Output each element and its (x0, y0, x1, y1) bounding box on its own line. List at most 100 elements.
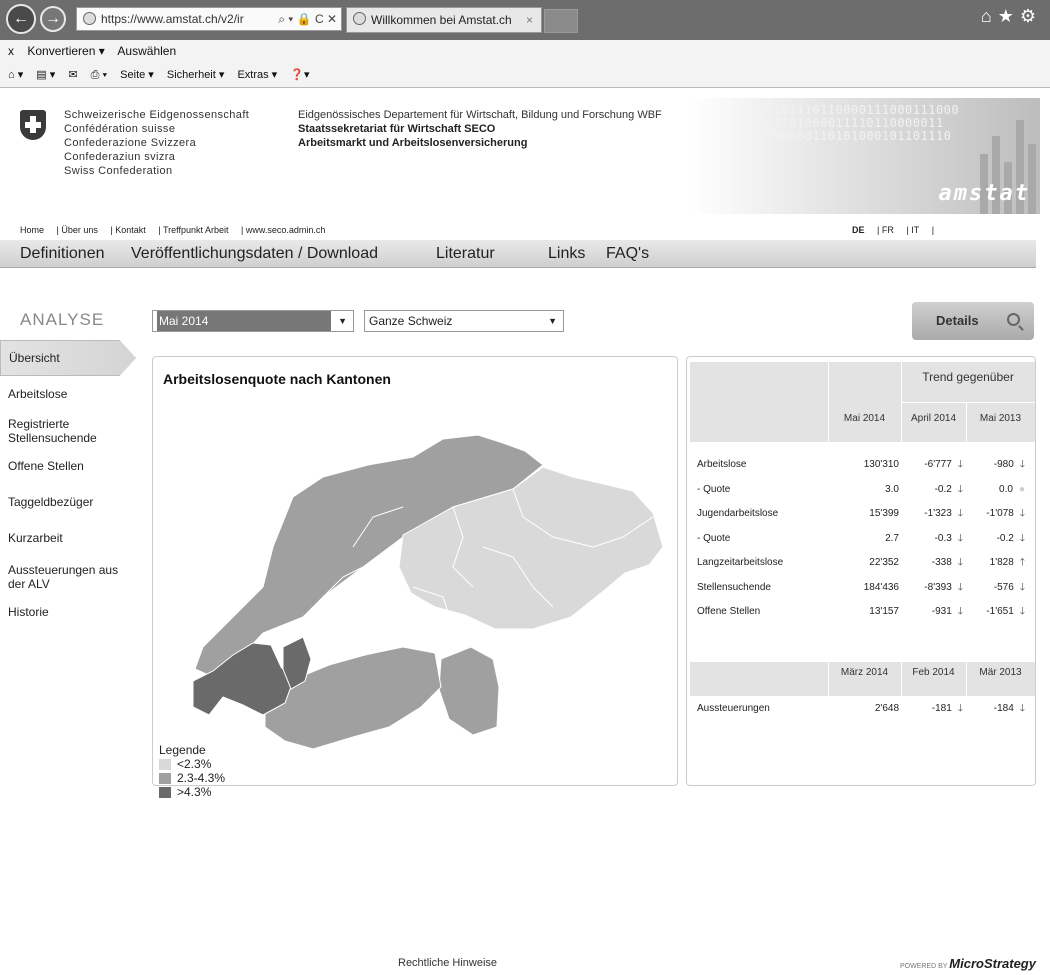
row-delta-month: -181 🡓 (932, 701, 963, 717)
row-delta-year: -980 🡓 (994, 457, 1025, 473)
department-info: Eidgenössisches Departement für Wirtscha… (298, 108, 662, 150)
sidebar-item-uebersicht[interactable]: Übersicht (0, 340, 136, 376)
link-contact[interactable]: | Kontakt (110, 225, 145, 235)
row-label-text: Aussteuerungen (697, 703, 770, 714)
help-menu[interactable]: ❓▾ (290, 69, 309, 81)
row-label: Jugendarbeitslose (697, 506, 778, 522)
sidebar-item-arbeitslose[interactable]: Arbeitslose (8, 387, 67, 401)
col-header: März 2014 (840, 667, 889, 678)
table-row: Aussteuerungen 2'648 -181 🡓 -184 🡓 (697, 701, 1029, 717)
mail-icon[interactable]: ✉ (68, 69, 77, 81)
nav-definitionen[interactable]: Definitionen (20, 240, 105, 268)
arrow-down-icon: 🡓 (1019, 532, 1025, 544)
extras-menu[interactable]: Extras ▾ (237, 69, 277, 81)
col-header: April 2014 (910, 413, 957, 424)
settings-icon[interactable]: ⚙ (1020, 6, 1042, 27)
close-bar-icon[interactable]: x (8, 44, 14, 58)
tab-title: Willkommen bei Amstat.ch (371, 13, 512, 27)
row-value: 2'648 (875, 701, 899, 717)
site-header: Schweizerische Eidgenossenschaft Confédé… (0, 88, 1050, 214)
legal-link[interactable]: Rechtliche Hinweise (398, 957, 497, 969)
security-menu[interactable]: Sicherheit ▾ (167, 69, 225, 81)
vendor-name: MicroStrategy (949, 956, 1036, 971)
map-panel: Arbeitslosenquote nach Kantonen Legende … (152, 356, 678, 799)
row-value: 15'399 (869, 506, 899, 522)
row-delta-month-text: -0.2 (934, 483, 952, 495)
select-menu[interactable]: Auswählen (117, 44, 176, 58)
sidebar-item-kurzarbeit[interactable]: Kurzarbeit (8, 531, 63, 545)
department-name: Eidgenössisches Departement für Wirtscha… (298, 109, 662, 121)
main-nav: Definitionen Veröffentlichungsdaten / Do… (0, 240, 1036, 268)
feeds-icon[interactable]: ▤ ▾ (36, 69, 55, 81)
row-delta-year: -0.2 🡓 (997, 531, 1025, 547)
row-value: 184'436 (864, 580, 899, 596)
arrow-up-icon: 🡑 (1019, 557, 1025, 568)
address-bar[interactable]: https://www.amstat.ch/v2/ir ⌕ ▾ 🔒 C ✕ (76, 7, 342, 31)
language-switch: DE | FR | IT | (852, 222, 944, 239)
home-tool-icon[interactable]: ⌂ ▾ (8, 69, 23, 81)
address-text: https://www.amstat.ch/v2/ir (101, 12, 244, 26)
link-about[interactable]: | Über uns (57, 225, 98, 235)
row-value-text: 130'310 (863, 459, 899, 470)
map-legend: Legende <2.3% 2.3-4.3% >4.3% (159, 743, 225, 799)
arrow-down-icon: 🡓 (957, 557, 963, 568)
month-select[interactable]: Mai 2014 ▼ (152, 310, 354, 332)
convert-menu[interactable]: Konvertieren ▾ (27, 44, 104, 58)
page-menu[interactable]: Seite ▾ (120, 69, 154, 81)
sidebar-item-aussteuerungen[interactable]: Aussteuerungen aus der ALV (8, 563, 128, 591)
nav-links[interactable]: Links (548, 240, 585, 268)
row-value: 2.7 (885, 531, 899, 547)
region-select[interactable]: Ganze Schweiz ▼ (364, 310, 564, 332)
sidebar-item-taggeldbezueger[interactable]: Taggeldbezüger (8, 495, 93, 509)
bits-line: 000000110101000101101110 (766, 129, 952, 143)
row-value-text: 2'648 (874, 703, 899, 714)
conf-line: Schweizerische Eidgenossenschaft (64, 109, 250, 121)
row-delta-month: -1'323 🡓 (924, 506, 963, 522)
conf-line: Confédération suisse (64, 123, 176, 135)
link-treffpunkt[interactable]: | Treffpunkt Arbeit (158, 225, 228, 235)
browser-tab[interactable]: Willkommen bei Amstat.ch × (346, 7, 542, 33)
canton-region[interactable] (438, 646, 500, 736)
link-seco[interactable]: | www.seco.admin.ch (241, 225, 325, 235)
row-delta-month: -338 🡓 (932, 555, 963, 571)
home-icon[interactable]: ⌂ (981, 6, 998, 27)
lang-it[interactable]: | IT (906, 225, 919, 235)
sidebar-item-stellensuchende[interactable]: Registrierte Stellensuchende (8, 417, 138, 445)
secretariat-name: Staatssekretariat für Wirtschaft SECO (298, 123, 496, 135)
details-button[interactable]: Details (912, 302, 1034, 340)
chevron-down-icon: ▼ (548, 316, 557, 326)
legend-item: <2.3% (159, 757, 225, 771)
lang-fr[interactable]: | FR (877, 225, 894, 235)
tab-icon (353, 12, 366, 25)
print-icon[interactable]: ⎙ ▾ (91, 69, 107, 81)
row-delta-month-text: -181 (931, 703, 952, 714)
legend-title: Legende (159, 743, 206, 757)
command-bar: x Konvertieren ▾ Auswählen (0, 40, 1050, 62)
nav-download[interactable]: Veröffentlichungsdaten / Download (131, 240, 378, 268)
browser-toolbar: ⌂ ▾ ▤ ▾ ✉ ⎙ ▾ Seite ▾ Sicherheit ▾ Extra… (0, 62, 1050, 88)
sidebar-item-historie[interactable]: Historie (8, 605, 49, 619)
row-delta-month: -8'393 🡓 (924, 580, 963, 596)
forward-icon[interactable]: → (40, 6, 66, 32)
nav-literatur[interactable]: Literatur (436, 240, 495, 268)
details-label: Details (936, 313, 979, 328)
row-label: Langzeitarbeitslose (697, 555, 783, 571)
lang-de[interactable]: DE (852, 225, 865, 235)
arrow-down-icon: 🡓 (957, 483, 963, 495)
row-delta-year-text: 1'828 (989, 557, 1014, 568)
legend-label: 2.3-4.3% (177, 771, 226, 785)
amstat-banner: 0101110110000111000111000 01101000011110… (690, 98, 1040, 214)
link-home[interactable]: Home (20, 225, 44, 235)
col-header: Mai 2013 (979, 413, 1022, 424)
sidebar-item-offene-stellen[interactable]: Offene Stellen (8, 459, 84, 473)
legend-item: >4.3% (159, 785, 225, 799)
nav-faq[interactable]: FAQ's (606, 240, 649, 268)
row-value-text: 184'436 (863, 581, 899, 593)
new-tab-button[interactable] (544, 9, 578, 33)
address-tools[interactable]: ⌕ ▾ 🔒 C ✕ (278, 8, 337, 30)
arrow-down-icon: 🡓 (957, 581, 963, 593)
favorites-icon[interactable]: ★ (998, 6, 1020, 27)
row-value-text: 13'157 (869, 606, 899, 617)
back-icon[interactable]: ← (6, 4, 36, 34)
tab-close-icon[interactable]: × (526, 8, 533, 32)
